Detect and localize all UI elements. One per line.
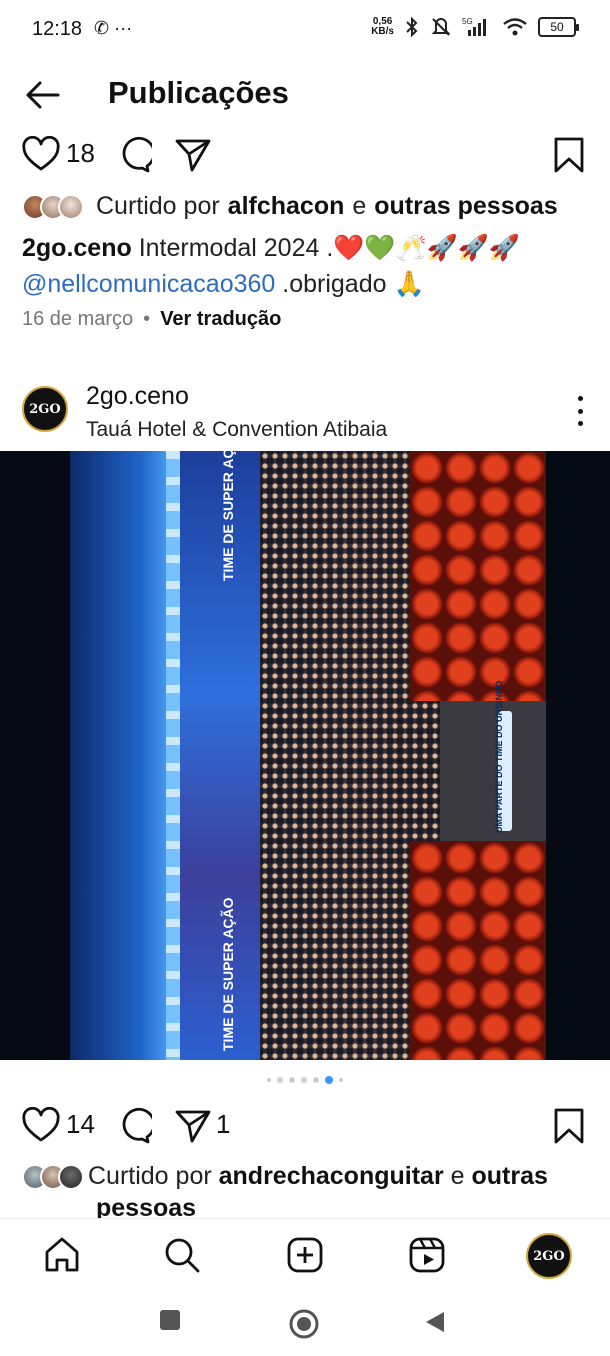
- post1-liked-by[interactable]: Curtido por alfchacon e outras pessoas: [22, 192, 558, 221]
- bookmark-icon[interactable]: [550, 136, 588, 174]
- profile-avatar[interactable]: 2GO: [526, 1233, 572, 1279]
- status-right-icons: 0,56 KB/s 5G 50: [371, 16, 579, 38]
- carousel-dot: [289, 1077, 295, 1083]
- signal-icon: 5G: [462, 17, 486, 36]
- carousel-dot: [277, 1077, 283, 1083]
- recents-button[interactable]: [158, 1308, 182, 1332]
- caption-mention[interactable]: @nellcomunicacao360: [22, 270, 275, 298]
- share-icon[interactable]: [174, 1107, 212, 1145]
- more-options-icon[interactable]: [574, 396, 586, 426]
- home-button[interactable]: [288, 1308, 320, 1340]
- post-photo[interactable]: TIME DE SUPER AÇÃO TIME DE SUPER AÇÃO UM…: [0, 451, 610, 1060]
- page-title: Publicações: [108, 75, 289, 110]
- carousel-dot-active: [325, 1076, 333, 1084]
- aisle: [440, 701, 546, 841]
- bluetooth-icon: [406, 16, 418, 38]
- heart-icon[interactable]: [22, 1107, 60, 1145]
- avatar[interactable]: 2GO: [22, 386, 68, 432]
- avatar: [58, 1164, 84, 1191]
- like-count[interactable]: 18: [66, 138, 95, 169]
- carousel-dot: [301, 1077, 307, 1083]
- create-icon[interactable]: [285, 1235, 325, 1275]
- liked-by-others[interactable]: outras: [472, 1162, 548, 1190]
- arrow-left-icon[interactable]: [22, 78, 62, 112]
- post1-actions: 18: [0, 136, 610, 186]
- liker-avatars: [22, 1164, 84, 1191]
- page-header: Publicações: [0, 60, 610, 130]
- post2-header: 2GO 2go.ceno Tauá Hotel & Convention Ati…: [0, 376, 610, 446]
- liked-by-others[interactable]: outras pessoas: [374, 192, 557, 221]
- carousel-indicator: [0, 1076, 610, 1084]
- liked-by-prefix: Curtido por: [88, 1162, 212, 1190]
- meta-separator: •: [143, 308, 151, 330]
- carousel-dot: [313, 1077, 319, 1083]
- wifi-icon: [503, 18, 527, 36]
- liked-by-and: e: [450, 1162, 465, 1190]
- post2-liked-by[interactable]: Curtido por andrechaconguitar e outras p…: [22, 1160, 592, 1224]
- post1-caption: 2go.ceno Intermodal 2024 .❤️💚🥂🚀🚀🚀 @nellc…: [22, 230, 592, 302]
- post1-meta: 16 de março • Ver tradução: [22, 308, 281, 331]
- bookmark-icon[interactable]: [550, 1107, 588, 1145]
- screen-text-bottom: TIME DE SUPER AÇÃO: [220, 897, 236, 1052]
- liked-by-user[interactable]: alfchacon: [228, 192, 345, 221]
- home-icon[interactable]: [42, 1235, 82, 1275]
- liked-by-user[interactable]: andrechaconguitar: [219, 1162, 444, 1190]
- event-photo: TIME DE SUPER AÇÃO TIME DE SUPER AÇÃO UM…: [70, 451, 546, 1060]
- comment-icon[interactable]: [114, 1107, 152, 1145]
- post-location[interactable]: Tauá Hotel & Convention Atibaia: [86, 418, 387, 442]
- search-icon[interactable]: [162, 1235, 202, 1275]
- like-count[interactable]: 14: [66, 1109, 95, 1140]
- screen-text-top: TIME DE SUPER AÇÃO: [220, 451, 236, 581]
- post-username[interactable]: 2go.ceno: [86, 382, 189, 411]
- carousel-dot: [267, 1078, 271, 1082]
- see-translation-link[interactable]: Ver tradução: [160, 308, 281, 331]
- post2-actions: 14 1: [0, 1107, 610, 1157]
- aisle-sign-text: UMA PARTE DO TIME DO URSINHO: [494, 680, 504, 834]
- red-seats-top: [410, 451, 546, 701]
- share-icon[interactable]: [174, 136, 212, 174]
- whatsapp-and-more-icon: ✆ ···: [94, 18, 133, 38]
- liked-by-prefix: Curtido por: [96, 192, 220, 220]
- share-count[interactable]: 1: [216, 1109, 230, 1140]
- liked-by-and: e: [352, 192, 367, 220]
- red-seats-bottom: [410, 841, 546, 1060]
- caption-text-after: .obrigado 🙏: [275, 270, 425, 298]
- battery-indicator: 50: [538, 17, 579, 37]
- post-date: 16 de março: [22, 308, 134, 330]
- avatar: [58, 193, 84, 220]
- back-button[interactable]: [424, 1310, 446, 1334]
- status-time: 12:18: [32, 18, 83, 40]
- comment-icon[interactable]: [114, 136, 152, 174]
- caption-text: Intermodal 2024 .❤️💚🥂🚀🚀🚀: [131, 234, 521, 262]
- caption-username[interactable]: 2go.ceno: [22, 234, 132, 262]
- svg-text:5G: 5G: [462, 17, 473, 26]
- status-bar: 12:18 ✆ ··· 0,56 KB/s 5G 50: [0, 0, 610, 60]
- system-navigation: [0, 1292, 610, 1356]
- mute-icon: [431, 18, 451, 36]
- heart-icon[interactable]: [22, 136, 60, 174]
- carousel-dot: [339, 1078, 343, 1082]
- network-speed: 0,56 KB/s: [371, 16, 394, 37]
- bottom-navigation: 2GO: [0, 1218, 610, 1292]
- liker-avatars: [22, 193, 84, 220]
- reels-icon[interactable]: [407, 1235, 447, 1275]
